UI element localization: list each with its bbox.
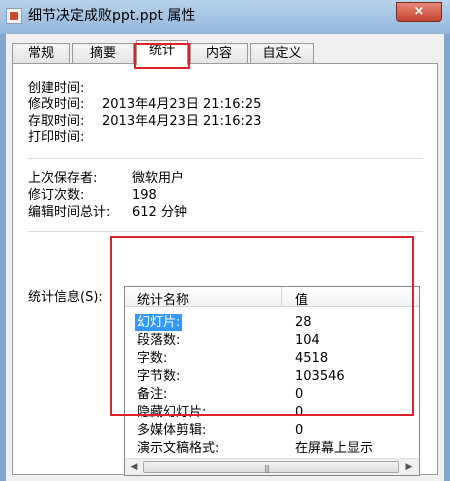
stat-value: 4518 (295, 351, 329, 366)
tab-general[interactable]: 常规 (12, 43, 70, 64)
list-item[interactable]: 多媒体剪辑: 0 (125, 422, 419, 440)
stat-value: 0 (295, 387, 304, 402)
tab-statistics[interactable]: 统计 (136, 40, 188, 65)
title-bar: 细节决定成败ppt.ppt 属性 × (0, 0, 450, 34)
list-item[interactable]: 字节数: 103546 (125, 368, 419, 386)
modified-value: 2013年4月23日 21:16:25 (102, 97, 262, 112)
accessed-value: 2013年4月23日 21:16:23 (102, 114, 262, 129)
stat-name: 备注: (137, 387, 168, 402)
revision-row: 修订次数: 198 (28, 188, 157, 204)
modified-label: 修改时间: (28, 97, 85, 112)
stat-value: 104 (295, 333, 320, 348)
column-divider[interactable] (281, 287, 282, 307)
list-header: 统计名称 值 (125, 287, 419, 308)
revision-label: 修订次数: (28, 188, 85, 203)
printed-label: 打印时间: (28, 130, 85, 145)
scroll-right-icon[interactable]: ▶ (401, 460, 417, 474)
list-item[interactable]: 演示文稿格式: 在屏幕上显示 (125, 440, 419, 458)
created-row: 创建时间: (28, 81, 84, 97)
saved-by-value: 微软用户 (132, 171, 185, 186)
list-item[interactable]: 幻灯片: 28 (125, 314, 419, 332)
stat-value: 28 (295, 315, 312, 330)
statistics-panel: 创建时间: 修改时间: 2013年4月23日 21:16:25 存取时间: 20… (12, 63, 438, 476)
modified-row: 修改时间: 2013年4月23日 21:16:25 (28, 97, 261, 113)
saved-by-row: 上次保存者: 微软用户 (28, 171, 184, 187)
window-title: 细节决定成败ppt.ppt 属性 (28, 8, 196, 24)
tab-strip: 常规 摘要 统计 内容 自定义 (12, 40, 432, 69)
printed-row: 打印时间: (28, 130, 84, 146)
horizontal-scrollbar[interactable]: ◀ ||| ▶ (125, 458, 419, 475)
stat-name: 演示文稿格式: (137, 441, 220, 456)
list-item[interactable]: 段落数: 104 (125, 332, 419, 350)
separator-1 (28, 158, 423, 159)
stat-value: 在屏幕上显示 (295, 441, 374, 456)
scrollbar-thumb[interactable]: ||| (143, 461, 399, 473)
stat-name: 幻灯片: (135, 314, 183, 331)
tab-contents[interactable]: 内容 (190, 43, 248, 64)
stat-name: 字数: (137, 351, 168, 366)
ppt-file-icon (6, 8, 22, 24)
scroll-left-icon[interactable]: ◀ (126, 460, 142, 474)
close-icon: × (413, 4, 425, 19)
accessed-label: 存取时间: (28, 114, 85, 129)
stat-value: 0 (295, 405, 304, 420)
statistics-label: 统计信息(S): (28, 290, 103, 305)
list-item[interactable]: 字数: 4518 (125, 350, 419, 368)
saved-by-label: 上次保存者: (28, 171, 98, 186)
tab-custom[interactable]: 自定义 (250, 43, 314, 64)
revision-value: 198 (132, 188, 157, 203)
stat-name: 多媒体剪辑: (137, 423, 207, 438)
grip-icon: ||| (264, 464, 270, 473)
separator-2 (28, 231, 423, 232)
column-header-value[interactable]: 值 (295, 289, 308, 308)
stat-name: 隐藏幻灯片: (137, 405, 207, 420)
statistics-list[interactable]: 统计名称 值 幻灯片: 28 段落数: 104 字数: 4518 字节数: 10… (124, 286, 420, 476)
edit-time-value: 612 分钟 (132, 205, 187, 220)
created-label: 创建时间: (28, 81, 85, 96)
edit-time-row: 编辑时间总计: 612 分钟 (28, 205, 187, 221)
list-item[interactable]: 备注: 0 (125, 386, 419, 404)
column-header-name[interactable]: 统计名称 (137, 289, 189, 308)
stat-name: 段落数: (137, 333, 181, 348)
stat-value: 103546 (295, 369, 345, 384)
tab-summary[interactable]: 摘要 (72, 43, 134, 64)
list-item[interactable]: 隐藏幻灯片: 0 (125, 404, 419, 422)
close-button[interactable]: × (396, 2, 442, 22)
properties-dialog: 常规 摘要 统计 内容 自定义 创建时间: 修改时间: 2013年4月23日 2… (6, 34, 444, 481)
accessed-row: 存取时间: 2013年4月23日 21:16:23 (28, 114, 261, 130)
stat-value: 0 (295, 423, 304, 438)
edit-time-label: 编辑时间总计: (28, 205, 111, 220)
stat-name: 字节数: (137, 369, 181, 384)
